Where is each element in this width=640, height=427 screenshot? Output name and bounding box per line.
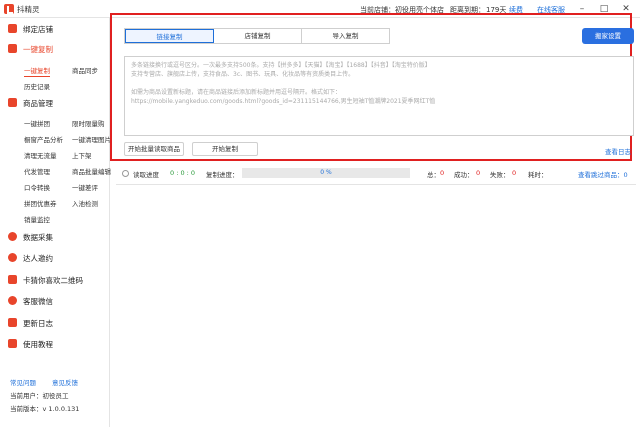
sidebar: 绑定店铺 一键复制 一键复制 商品同步 历史记录 商品管理 一键拼团 限时限量购… <box>0 18 111 427</box>
sub-code-convert[interactable]: 口令转换 <box>24 182 50 192</box>
read-progress-label: 读取进度 <box>133 171 159 179</box>
start-copy-button[interactable]: 开始复制 <box>192 142 258 156</box>
copy-progress-label: 复制进度： <box>206 171 239 179</box>
batch-read-button[interactable]: 开始批量读取商品 <box>124 142 184 156</box>
link-input-textarea[interactable]: 多条链接换行或逗号区分。一次最多支持500条。支持【拼多多】【天猫】【淘宝】【1… <box>124 56 634 136</box>
total-label: 总： <box>427 171 440 179</box>
sub-clean-images[interactable]: 一键清理图片 <box>72 134 111 144</box>
wechat-icon <box>8 296 17 305</box>
sub-pool-check[interactable]: 入池检测 <box>72 198 98 208</box>
nav-qrcode-label: 卡猜你喜欢二维码 <box>23 276 83 285</box>
feedback-link[interactable]: 意见反馈 <box>52 377 78 387</box>
success-label: 成功： <box>454 171 474 179</box>
nav-bind-shop-label: 绑定店铺 <box>23 25 53 34</box>
sub-bad-review[interactable]: 一键差评 <box>72 182 98 192</box>
nav-one-click-copy[interactable]: 一键复制 <box>6 42 110 56</box>
nav-talent-invite-label: 达人邀约 <box>23 254 53 263</box>
log-icon <box>8 318 17 327</box>
nav-qrcode[interactable]: 卡猜你喜欢二维码 <box>6 273 110 287</box>
nav-service-wechat[interactable]: 客服微信 <box>6 294 110 308</box>
data-collect-icon <box>8 232 17 241</box>
move-setting-button[interactable]: 搬家设置 <box>582 28 634 44</box>
sub-history[interactable]: 历史记录 <box>24 81 50 91</box>
tab-link-copy[interactable]: 链接复制 <box>125 29 214 43</box>
sub-batch-edit[interactable]: 商品批量编辑 <box>72 166 111 176</box>
placeholder-line: https://mobile.yangkeduo.com/goods.html?… <box>131 98 436 105</box>
fail-value: 0 <box>512 169 517 177</box>
app-logo-icon <box>4 4 14 14</box>
tab-import-copy[interactable]: 导入复制 <box>302 29 389 43</box>
nav-update-log-label: 更新日志 <box>23 319 53 328</box>
sub-sales-monitor[interactable]: 销量监控 <box>24 214 50 224</box>
progress-row: 读取进度 0 : 0 : 0 复制进度： 0 % 总： 0 成功： 0 失败： … <box>122 168 637 180</box>
divider <box>116 184 636 185</box>
nav-product-manage-label: 商品管理 <box>23 99 53 108</box>
fail-label: 失败： <box>490 171 510 179</box>
placeholder-line: 支持专营店、旗舰店上传，支持食品、3c、图书、玩具、化妆品等有资质类目上传。 <box>131 71 355 78</box>
total-value: 0 <box>440 169 445 177</box>
read-radio[interactable] <box>122 170 129 177</box>
nav-tutorial-label: 使用教程 <box>23 340 53 349</box>
sub-group-buy[interactable]: 一键拼团 <box>24 118 50 128</box>
placeholder-line: 多条链接换行或逗号区分。一次最多支持500条。支持【拼多多】【天猫】【淘宝】【1… <box>131 62 431 69</box>
talent-icon <box>8 253 17 262</box>
nav-data-collect[interactable]: 数据采集 <box>6 230 110 244</box>
time-label: 耗时： <box>528 171 548 179</box>
nav-data-collect-label: 数据采集 <box>23 233 53 242</box>
main-panel: 链接复制 店铺复制 导入复制 搬家设置 多条链接换行或逗号区分。一次最多支持50… <box>110 13 640 427</box>
nav-one-click-copy-label: 一键复制 <box>23 45 53 54</box>
nav-update-log[interactable]: 更新日志 <box>6 316 110 330</box>
nav-talent-invite[interactable]: 达人邀约 <box>6 251 110 265</box>
read-progress-value: 0 : 0 : 0 <box>170 169 196 177</box>
sub-shelf[interactable]: 上下架 <box>72 150 92 160</box>
sub-product-sync[interactable]: 商品同步 <box>72 65 98 75</box>
tab-shop-copy[interactable]: 店铺复制 <box>214 29 302 43</box>
copy-progress-bar: 0 % <box>242 168 410 178</box>
copy-tabs: 链接复制 店铺复制 导入复制 <box>124 28 390 44</box>
tutorial-icon <box>8 339 17 348</box>
app-title: 抖精灵 <box>17 5 40 14</box>
placeholder-line: 如需为商品设置新标题，请在商品链接后添加新标题并用逗号隔开。格式如下： <box>131 89 342 96</box>
sub-clean-no-traffic[interactable]: 清理无流量 <box>24 150 57 160</box>
nav-product-manage[interactable]: 商品管理 <box>6 96 110 110</box>
placeholder-line <box>131 79 627 88</box>
shop-icon <box>8 24 17 33</box>
success-value: 0 <box>476 169 481 177</box>
heart-icon <box>8 275 17 284</box>
copy-icon <box>8 44 17 53</box>
nav-tutorial[interactable]: 使用教程 <box>6 337 110 351</box>
version-info: 当前版本：v 1.0.0.131 <box>10 405 80 413</box>
skipped-products-link[interactable]: 查看跳过商品：0 <box>578 169 628 179</box>
copy-progress-percent: 0 % <box>320 169 332 176</box>
current-user: 当前用户：初役员工 <box>10 392 69 400</box>
view-log-link[interactable]: 查看日志 <box>605 146 631 156</box>
nav-bind-shop[interactable]: 绑定店铺 <box>6 22 110 36</box>
product-icon <box>8 98 17 107</box>
faq-link[interactable]: 常见问题 <box>10 377 36 387</box>
sub-dropship[interactable]: 代发管理 <box>24 166 50 176</box>
sub-group-coupon[interactable]: 拼团优惠券 <box>24 198 57 208</box>
nav-service-wechat-label: 客服微信 <box>23 297 53 306</box>
sub-limited-buy[interactable]: 限时限量购 <box>72 118 105 128</box>
sub-window-analysis[interactable]: 橱窗产品分析 <box>24 134 63 144</box>
sub-one-click-copy[interactable]: 一键复制 <box>24 65 50 77</box>
